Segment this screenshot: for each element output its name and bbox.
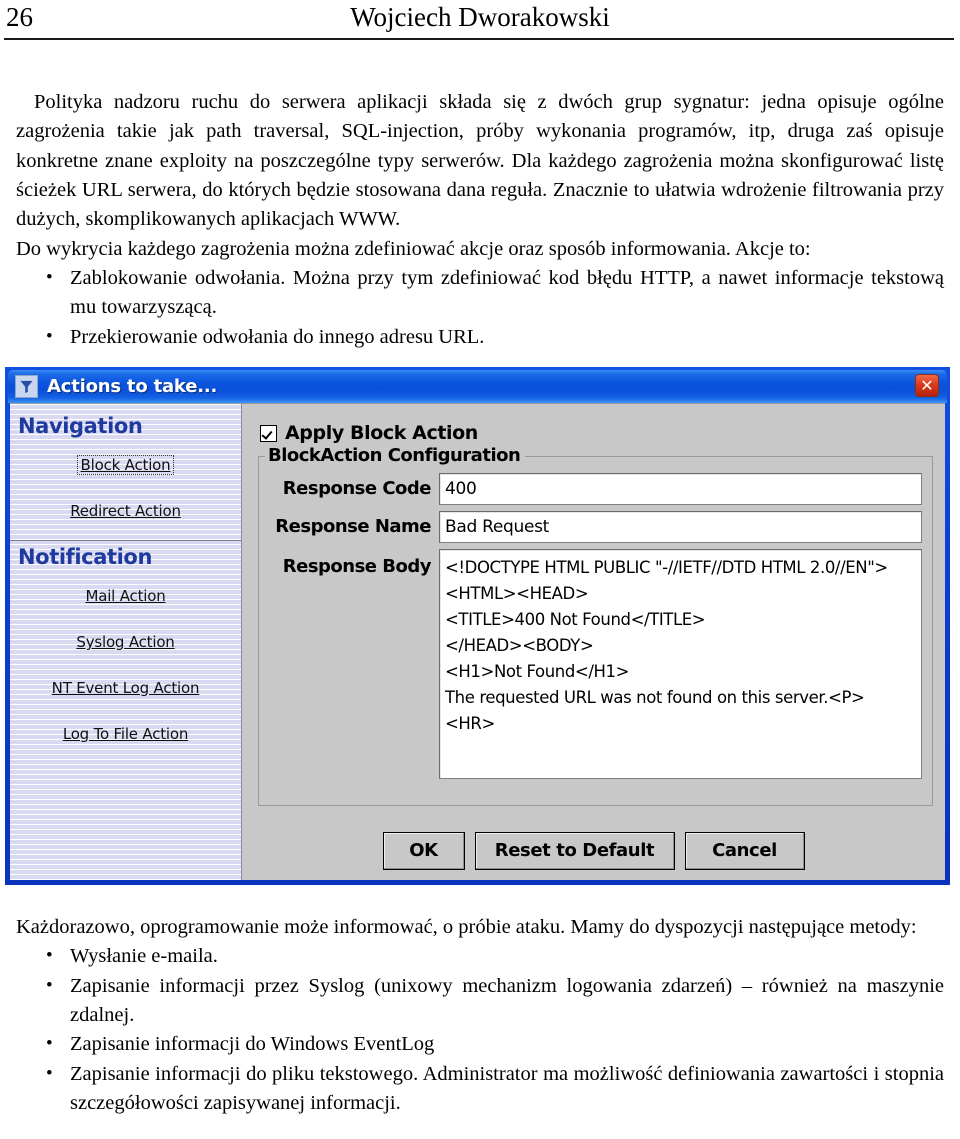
- list-item-text: Zapisanie informacji do Windows EventLog: [70, 1033, 435, 1056]
- nav-row: Log To File Action: [10, 711, 241, 757]
- bullet-glyph: •: [46, 266, 53, 288]
- sidebar-item-block-action[interactable]: Block Action: [76, 455, 175, 475]
- funnel-icon: [15, 375, 38, 398]
- configuration-area: Apply Block Action BlockAction Configura…: [242, 404, 945, 880]
- cancel-button[interactable]: Cancel: [684, 832, 805, 870]
- nav-row: Mail Action: [10, 573, 241, 619]
- nav-divider: [10, 540, 241, 541]
- bullet-glyph: •: [46, 945, 53, 967]
- dialog-titlebar: Actions to take... ✕: [8, 370, 947, 403]
- response-name-row: Response Name Bad Request: [267, 511, 922, 543]
- nav-row: Syslog Action: [10, 619, 241, 665]
- nav-row: Redirect Action: [10, 488, 241, 534]
- paragraph: Polityka nadzoru ruchu do serwera aplika…: [16, 91, 944, 231]
- list-item-text: Zablokowanie odwołania. Można przy tym z…: [70, 266, 944, 319]
- nav-section-heading-notification: Notification: [18, 545, 153, 569]
- response-body-row: Response Body <!DOCTYPE HTML PUBLIC "-//…: [267, 549, 922, 779]
- running-title: Wojciech Dworakowski: [350, 2, 610, 32]
- checkbox-icon[interactable]: [260, 424, 277, 442]
- list-item: • Zapisanie informacji do pliku tekstowe…: [16, 1060, 944, 1119]
- list-item: • Wysłanie e-maila.: [16, 942, 944, 971]
- prose-top: Polityka nadzoru ruchu do serwera aplika…: [16, 88, 944, 352]
- dialog-button-row: OK Reset to Default Cancel: [242, 832, 945, 870]
- list-item: • Zapisanie informacji przez Syslog (uni…: [16, 972, 944, 1031]
- bullet-glyph: •: [46, 974, 53, 996]
- apply-block-action-label: Apply Block Action: [285, 422, 478, 444]
- list-item-text: Zapisanie informacji do pliku tekstowego…: [70, 1062, 944, 1114]
- sidebar-item-redirect-action[interactable]: Redirect Action: [66, 501, 185, 521]
- navigation-panel: Navigation Block Action Redirect Action …: [10, 404, 242, 880]
- dialog-title: Actions to take...: [47, 376, 218, 397]
- list-item-text: Wysłanie e-maila.: [70, 945, 218, 968]
- response-code-label: Response Code: [282, 478, 432, 499]
- prose-bottom: Każdorazowo, oprogramowanie może informo…: [16, 913, 944, 1118]
- reset-to-default-button[interactable]: Reset to Default: [474, 832, 675, 870]
- bullet-list: • Wysłanie e-maila. • Zapisanie informac…: [16, 942, 944, 1118]
- header-rule: [4, 38, 954, 40]
- bullet-glyph: •: [46, 1062, 53, 1084]
- sidebar-item-nt-event-log-action[interactable]: NT Event Log Action: [48, 678, 204, 698]
- bullet-list: • Zablokowanie odwołania. Można przy tym…: [16, 264, 944, 352]
- bullet-glyph: •: [46, 325, 53, 347]
- response-code-input[interactable]: 400: [439, 473, 922, 505]
- nav-section-heading-navigation: Navigation: [18, 414, 143, 438]
- paragraph: Każdorazowo, oprogramowanie może informo…: [16, 916, 917, 938]
- response-code-row: Response Code 400: [267, 473, 922, 505]
- list-item: • Zapisanie informacji do Windows EventL…: [16, 1030, 944, 1059]
- close-icon[interactable]: ✕: [915, 374, 939, 397]
- apply-block-action-row[interactable]: Apply Block Action: [260, 422, 933, 444]
- response-body-textarea[interactable]: <!DOCTYPE HTML PUBLIC "-//IETF//DTD HTML…: [439, 549, 922, 779]
- response-name-label: Response Name: [275, 516, 431, 537]
- list-item: • Zablokowanie odwołania. Można przy tym…: [16, 264, 944, 323]
- paragraph: Do wykrycia każdego zagrożenia można zde…: [16, 237, 811, 260]
- nav-row: NT Event Log Action: [10, 665, 241, 711]
- ok-button[interactable]: OK: [382, 832, 465, 870]
- list-item-text: Przekierowanie odwołania do innego adres…: [70, 325, 485, 348]
- sidebar-item-mail-action[interactable]: Mail Action: [81, 586, 169, 606]
- list-item-text: Zapisanie informacji przez Syslog (unixo…: [70, 974, 944, 1026]
- list-item: • Przekierowanie odwołania do innego adr…: [16, 323, 944, 352]
- nav-row: Block Action: [10, 442, 241, 488]
- response-body-label: Response Body: [282, 556, 432, 577]
- blockaction-configuration-group: BlockAction Configuration Response Code …: [258, 445, 933, 806]
- embedded-screenshot-dialog: Actions to take... ✕ Navigation Block Ac…: [5, 367, 950, 885]
- bullet-glyph: •: [46, 1033, 53, 1055]
- dialog-body: Navigation Block Action Redirect Action …: [10, 403, 945, 880]
- page-header: 26 Wojciech Dworakowski: [0, 0, 960, 40]
- sidebar-item-syslog-action[interactable]: Syslog Action: [72, 632, 178, 652]
- response-name-input[interactable]: Bad Request: [439, 511, 922, 543]
- sidebar-item-log-to-file-action[interactable]: Log To File Action: [59, 724, 192, 744]
- groupbox-title: BlockAction Configuration: [265, 445, 526, 466]
